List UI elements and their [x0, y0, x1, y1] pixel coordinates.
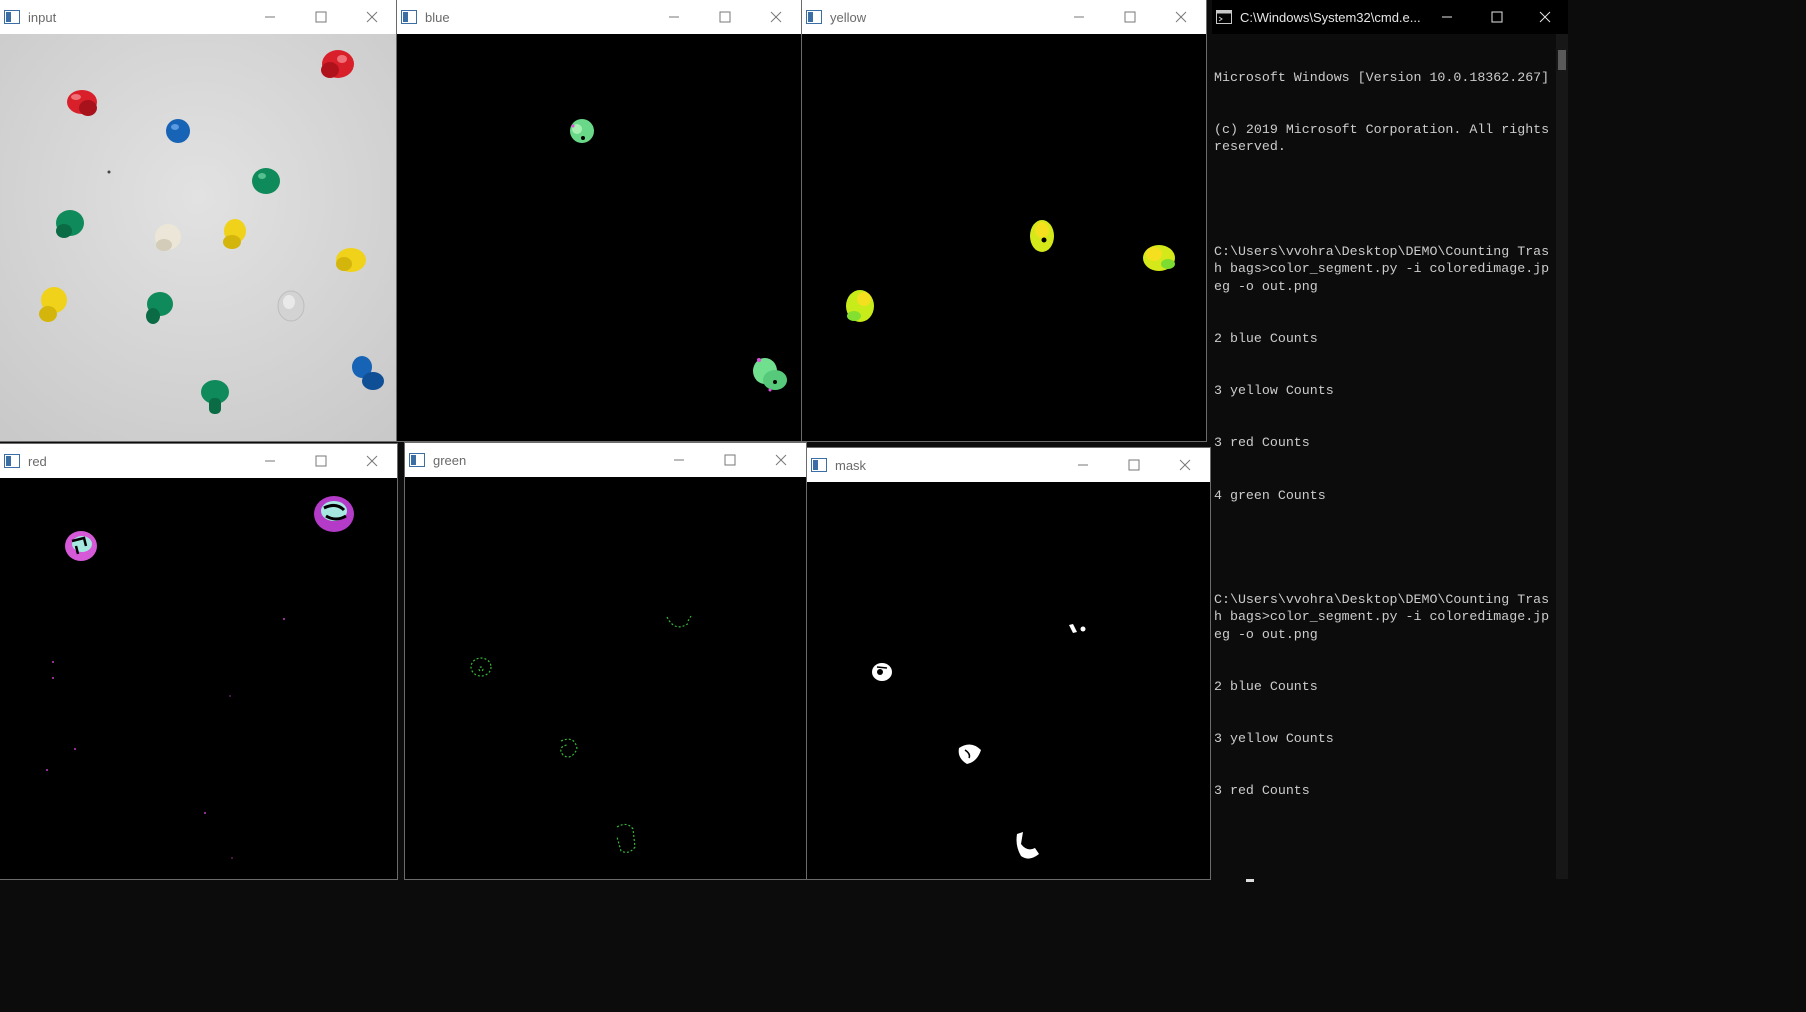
console-line: (c) 2019 Microsoft Corporation. All righ… — [1214, 122, 1558, 155]
opencv-window-icon — [806, 10, 822, 24]
close-icon[interactable] — [755, 443, 806, 477]
titlebar[interactable]: input — [0, 0, 397, 35]
minimize-icon[interactable] — [653, 443, 704, 477]
console-line: 3 yellow Counts — [1214, 731, 1334, 747]
minimize-icon[interactable] — [1422, 0, 1472, 34]
pin-green — [252, 168, 280, 194]
maximize-icon[interactable] — [1108, 448, 1159, 482]
opencv-window-icon — [401, 10, 417, 24]
red-mask-image — [0, 478, 397, 879]
window-title: red — [28, 453, 47, 469]
console-output[interactable]: Microsoft Windows [Version 10.0.18362.26… — [1214, 34, 1558, 883]
maximize-icon[interactable] — [699, 0, 750, 34]
console-line: 2 blue Counts — [1214, 679, 1318, 694]
blue-mask-image — [397, 34, 801, 441]
close-icon[interactable] — [346, 0, 397, 34]
close-icon[interactable] — [1522, 0, 1568, 34]
titlebar[interactable]: red — [0, 444, 397, 479]
vertical-scrollbar[interactable] — [1556, 34, 1568, 879]
window-title: yellow — [830, 9, 867, 25]
minimize-icon[interactable] — [1057, 448, 1108, 482]
window-mask[interactable]: mask — [807, 448, 1210, 879]
titlebar[interactable]: green — [405, 443, 806, 478]
maximize-icon[interactable] — [295, 0, 346, 34]
close-icon[interactable] — [1159, 448, 1210, 482]
minimize-icon[interactable] — [648, 0, 699, 34]
minimize-icon[interactable] — [244, 444, 295, 478]
window-green[interactable]: green — [405, 443, 806, 879]
console-line: 2 blue Counts — [1214, 330, 1318, 346]
opencv-window-icon — [811, 458, 827, 472]
console-line: C:\Users\vvohra\Desktop\DEMO\Counting Tr… — [1214, 591, 1550, 642]
maximize-icon[interactable] — [1472, 0, 1522, 34]
text-cursor — [1245, 879, 1254, 883]
pin-yellow — [336, 248, 366, 272]
blob-red — [314, 496, 354, 532]
console-line: 4 green Counts — [1214, 487, 1326, 503]
window-title: input — [28, 9, 57, 25]
minimize-icon[interactable] — [1053, 0, 1104, 34]
green-mask-image — [405, 477, 806, 879]
console-line: 3 yellow Counts — [1214, 383, 1334, 399]
titlebar[interactable]: C:\Windows\System32\cmd.e... — [1212, 0, 1568, 34]
minimize-icon[interactable] — [244, 0, 295, 34]
opencv-window-icon — [409, 453, 425, 467]
window-input[interactable]: input — [0, 0, 397, 441]
cmd-icon — [1216, 10, 1232, 24]
pin-clear — [277, 290, 305, 322]
console-line: 3 red Counts — [1214, 435, 1310, 451]
blob-yellow — [846, 290, 874, 322]
blob-mask — [872, 663, 892, 681]
titlebar[interactable]: blue — [397, 0, 801, 35]
opencv-window-icon — [4, 454, 20, 468]
window-red[interactable]: red — [0, 444, 397, 879]
close-icon[interactable] — [346, 444, 397, 478]
maximize-icon[interactable] — [1104, 0, 1155, 34]
window-title: mask — [835, 457, 867, 473]
window-title: green — [433, 452, 467, 468]
blob-red — [65, 531, 97, 561]
close-icon[interactable] — [750, 0, 801, 34]
blob-blue — [570, 119, 594, 143]
mask-image — [807, 482, 1210, 879]
cmd-window[interactable]: C:\Windows\System32\cmd.e... Microsoft W… — [1212, 0, 1568, 883]
console-line: 3 red Counts — [1214, 783, 1310, 799]
input-image — [0, 34, 397, 441]
window-title: C:\Windows\System32\cmd.e... — [1240, 9, 1421, 25]
window-blue[interactable]: blue — [397, 0, 801, 441]
window-title: blue — [425, 9, 450, 25]
close-icon[interactable] — [1155, 0, 1206, 34]
console-line: Microsoft Windows [Version 10.0.18362.26… — [1214, 69, 1550, 85]
scrollbar-thumb[interactable] — [1558, 50, 1566, 70]
maximize-icon[interactable] — [295, 444, 346, 478]
yellow-mask-image — [802, 34, 1206, 441]
titlebar[interactable]: yellow — [802, 0, 1206, 35]
console-line: C:\Users\vvohra\Desktop\DEMO\Counting Tr… — [1214, 243, 1550, 294]
blob-yellow — [1143, 245, 1175, 271]
maximize-icon[interactable] — [704, 443, 755, 477]
opencv-window-icon — [4, 10, 20, 24]
blob-yellow — [1030, 220, 1054, 252]
pin-blue — [166, 119, 190, 143]
window-yellow[interactable]: yellow — [802, 0, 1206, 441]
titlebar[interactable]: mask — [807, 448, 1210, 483]
